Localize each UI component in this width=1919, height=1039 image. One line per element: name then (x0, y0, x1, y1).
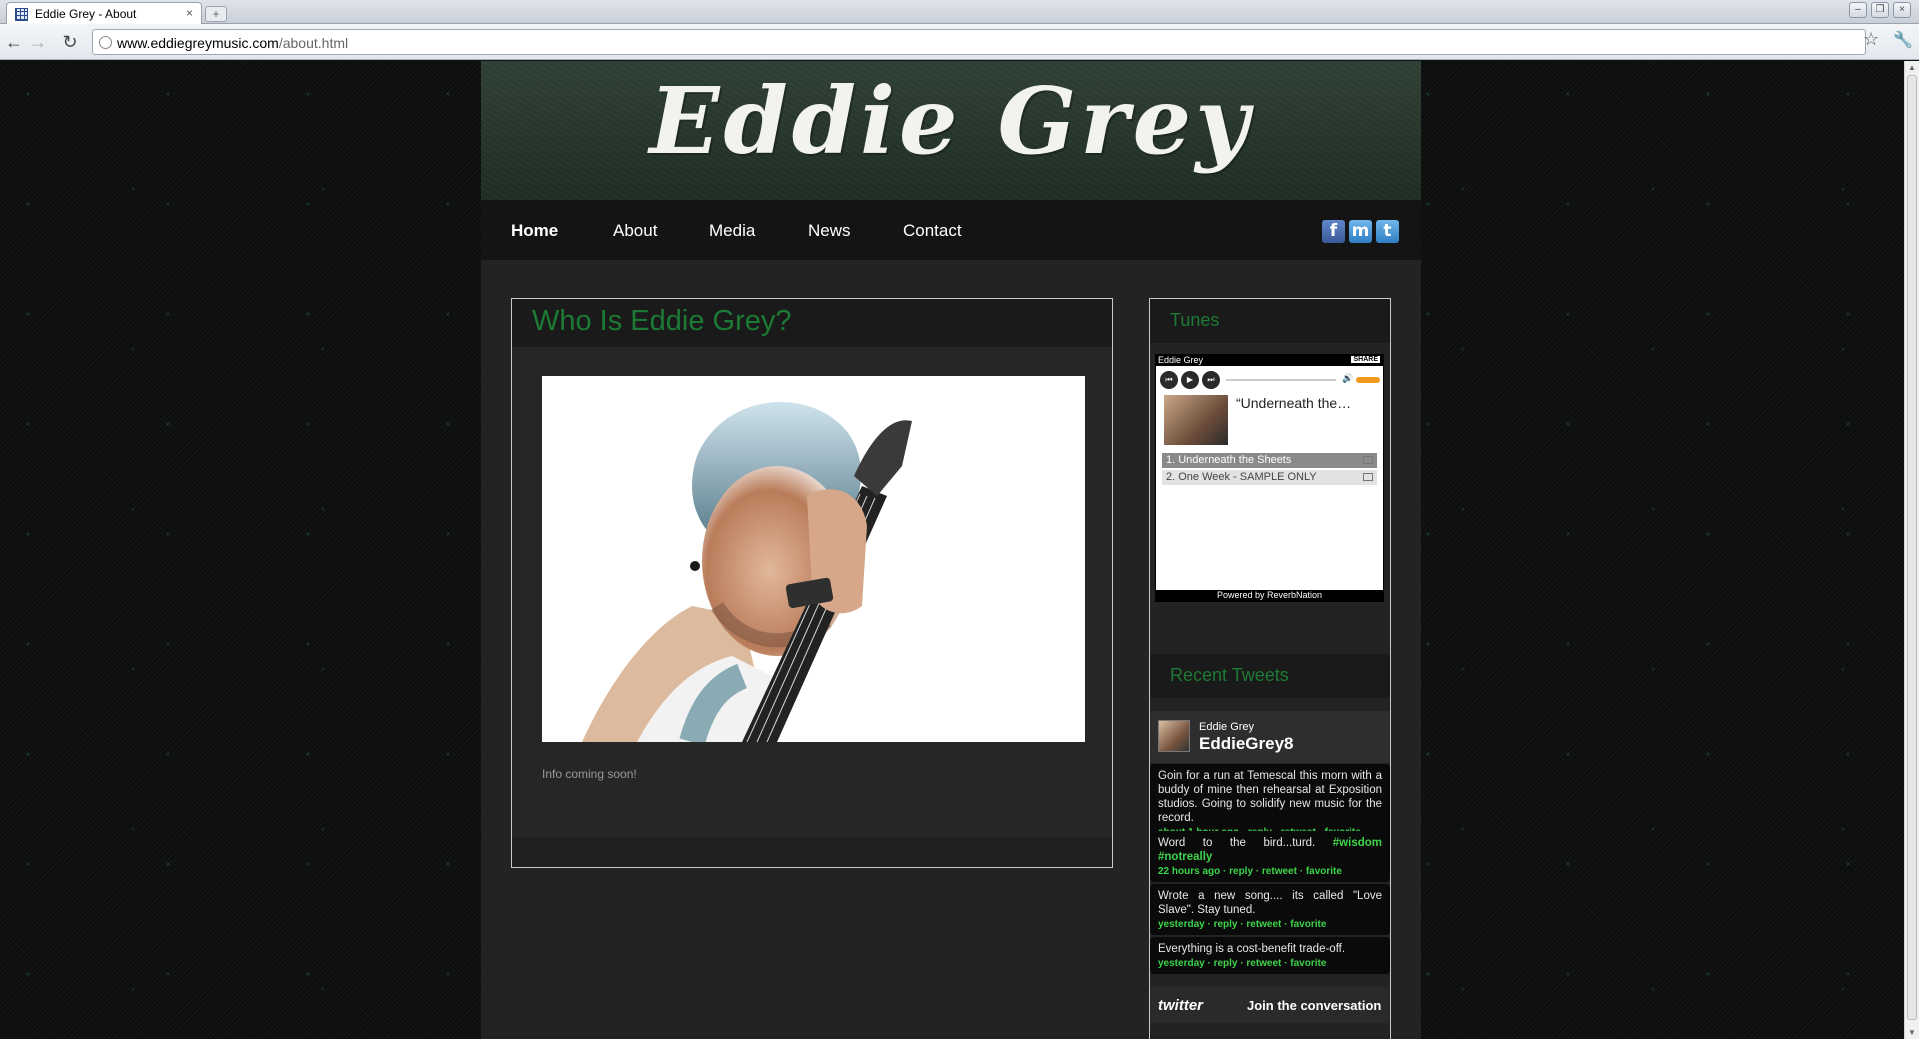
track-item[interactable]: 2. One Week - SAMPLE ONLY (1162, 470, 1377, 485)
myspace-icon[interactable]: m (1349, 220, 1372, 243)
scroll-thumb[interactable] (1907, 75, 1917, 1020)
site-logo[interactable]: Eddie Grey (481, 61, 1421, 175)
about-panel-header: Who Is Eddie Grey? (512, 299, 1112, 347)
minimize-button[interactable]: – (1849, 2, 1867, 18)
album-cover (1164, 395, 1228, 445)
track-list: 1. Underneath the Sheets 2. One Week - S… (1162, 453, 1377, 487)
play-icon[interactable]: ▶ (1181, 371, 1199, 389)
tweet-text: Word to the bird...turd. (1158, 837, 1333, 849)
site-container: Eddie Grey Home About Media News Contact… (481, 61, 1421, 1039)
back-button[interactable]: ← (4, 31, 24, 53)
previous-track-icon[interactable]: ⏮ (1160, 371, 1178, 389)
player-artist: Eddie Grey (1158, 355, 1204, 365)
browser-tabstrip: Eddie Grey - About × + – ❐ × (0, 0, 1919, 24)
forward-button[interactable]: → (28, 31, 48, 53)
scroll-down-icon[interactable]: ▼ (1908, 1028, 1916, 1037)
wrench-menu-icon[interactable]: 🔧 (1893, 30, 1913, 50)
browser-tab[interactable]: Eddie Grey - About × (6, 2, 202, 24)
twitter-handle[interactable]: EddieGrey8 (1199, 734, 1294, 754)
nav-about[interactable]: About (613, 221, 657, 241)
tweets-header: Recent Tweets (1150, 654, 1390, 698)
nav-home[interactable]: Home (511, 221, 558, 241)
track-label: 1. Underneath the Sheets (1166, 454, 1292, 466)
scroll-up-icon[interactable]: ▲ (1908, 63, 1916, 72)
reload-button[interactable]: ↻ (60, 31, 80, 53)
url-path: /about.html (278, 35, 349, 51)
track-item[interactable]: 1. Underneath the Sheets (1162, 453, 1377, 468)
track-label: 2. One Week - SAMPLE ONLY (1166, 471, 1317, 483)
tunes-title: Tunes (1170, 310, 1220, 330)
about-panel-body: Info coming soon! (512, 347, 1112, 837)
tweet-item: Word to the bird...turd. #wisdom #notrea… (1150, 831, 1390, 882)
tweet-text: Wrote a new song.... its called "Love Sl… (1158, 890, 1382, 916)
nav-contact[interactable]: Contact (903, 221, 962, 241)
tunes-header: Tunes (1150, 299, 1390, 343)
tweet-meta[interactable]: yesterday · reply · retweet · favorite (1158, 957, 1382, 971)
maximize-button[interactable]: ❐ (1871, 2, 1889, 18)
nav-media[interactable]: Media (709, 221, 755, 241)
url-text: www.eddiegreymusic.com/about.html (117, 35, 348, 51)
track-options-icon[interactable] (1363, 473, 1373, 481)
close-window-button[interactable]: × (1893, 2, 1911, 18)
powered-by[interactable]: Powered by ReverbNation (1156, 590, 1383, 601)
share-button[interactable]: SHARE (1351, 356, 1380, 363)
player-controls: ⏮ ▶ ⏭ 🔊 (1160, 371, 1382, 389)
browser-toolbar: ← → ↻ www.eddiegreymusic.com/about.html … (0, 24, 1919, 60)
twitter-footer: twitter Join the conversation (1150, 987, 1390, 1023)
tweets-title: Recent Tweets (1170, 665, 1289, 685)
facebook-icon[interactable]: f (1322, 220, 1345, 243)
tweet-text: Everything is a cost-benefit trade-off. (1158, 943, 1346, 955)
tab-title: Eddie Grey - About (35, 7, 137, 21)
tweet-meta[interactable]: yesterday · reply · retweet · favorite (1158, 918, 1382, 932)
tweet-text: Goin for a run at Temescal this morn wit… (1158, 770, 1382, 824)
join-conversation-link[interactable]: Join the conversation (1247, 998, 1381, 1013)
page-scrollbar[interactable]: ▲ ▼ (1904, 61, 1919, 1039)
page-favicon-icon (15, 8, 28, 21)
page-info-icon[interactable] (99, 36, 112, 49)
artist-photo (542, 376, 1085, 742)
about-panel: Who Is Eddie Grey? Info coming soon! (511, 298, 1113, 868)
player-topbar: Eddie Grey SHARE (1156, 355, 1383, 366)
track-options-icon[interactable] (1363, 456, 1373, 464)
close-tab-icon[interactable]: × (186, 6, 193, 20)
tweet-item: Everything is a cost-benefit trade-off. … (1150, 937, 1390, 974)
url-host: www.eddiegreymusic.com (117, 35, 279, 51)
volume-icon: 🔊 (1342, 373, 1354, 383)
page-title: Who Is Eddie Grey? (532, 305, 792, 337)
bookmark-star-icon[interactable]: ☆ (1863, 29, 1879, 50)
nav-news[interactable]: News (808, 221, 851, 241)
page-viewport: Eddie Grey Home About Media News Contact… (0, 61, 1904, 1039)
now-playing-title: “Underneath the… (1236, 395, 1352, 411)
next-track-icon[interactable]: ⏭ (1202, 371, 1220, 389)
new-tab-button[interactable]: + (205, 6, 227, 22)
twitter-logo[interactable]: twitter (1158, 997, 1203, 1014)
avatar[interactable] (1158, 720, 1190, 752)
tweet-item: Wrote a new song.... its called "Love Sl… (1150, 884, 1390, 935)
volume-slider[interactable] (1356, 377, 1380, 383)
site-header: Eddie Grey (481, 61, 1421, 200)
progress-bar[interactable] (1226, 379, 1336, 381)
tweet-meta[interactable]: 22 hours ago · reply · retweet · favorit… (1158, 865, 1382, 879)
twitter-icon[interactable]: t (1376, 220, 1399, 243)
twitter-profile: Eddie Grey EddieGrey8 (1150, 711, 1390, 763)
music-player-widget: Eddie Grey SHARE ⏮ ▶ ⏭ 🔊 “Underneath the… (1155, 354, 1384, 602)
twitter-name: Eddie Grey (1199, 721, 1255, 733)
address-bar[interactable]: www.eddiegreymusic.com/about.html (92, 29, 1866, 55)
main-nav: Home About Media News Contact f m t (481, 200, 1421, 260)
sidebar: Tunes Eddie Grey SHARE ⏮ ▶ ⏭ 🔊 “Undernea… (1149, 298, 1391, 1039)
info-text: Info coming soon! (542, 767, 637, 781)
window-controls: – ❐ × (1849, 2, 1911, 18)
